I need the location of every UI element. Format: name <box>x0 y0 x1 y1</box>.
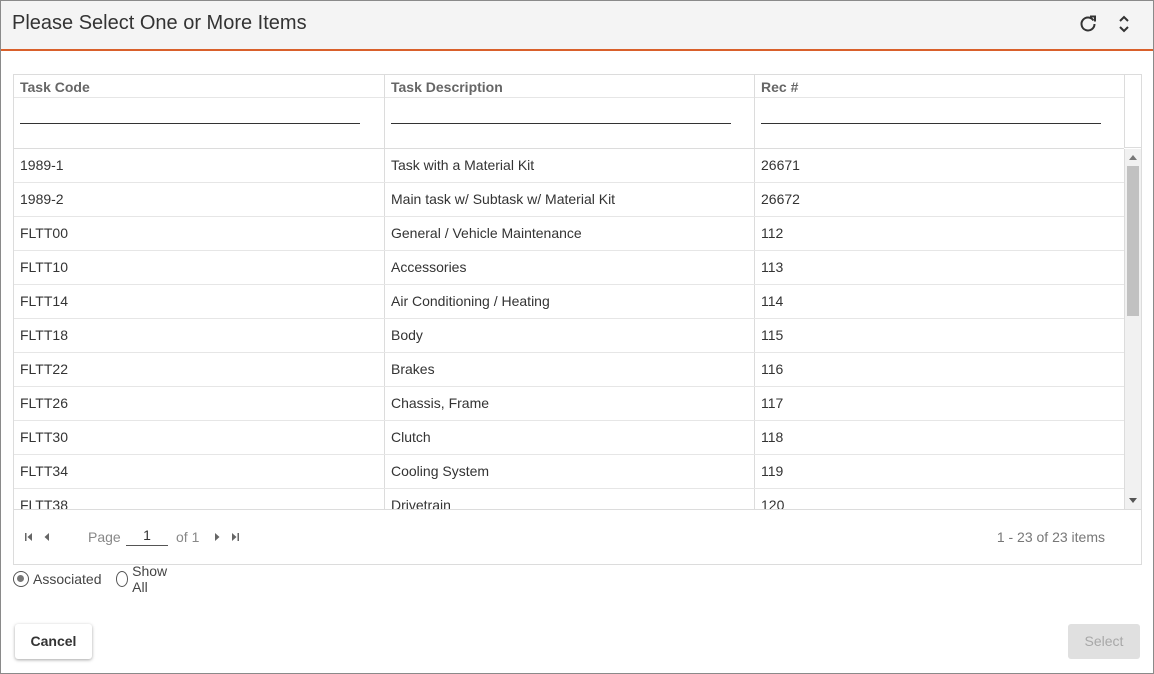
task-description-cell: Clutch <box>385 421 755 454</box>
table-row[interactable]: 1989-2 Main task w/ Subtask w/ Material … <box>14 183 1124 217</box>
table-row[interactable]: 1989-1 Task with a Material Kit 26671 <box>14 149 1124 183</box>
next-page-icon[interactable] <box>210 530 224 544</box>
scroll-up-arrow-icon[interactable] <box>1125 150 1141 164</box>
items-grid: Task Code Task Description Rec # 1989-1 … <box>13 74 1142 565</box>
task-description-cell: Task with a Material Kit <box>385 149 755 182</box>
grid-header: Task Code Task Description Rec # <box>14 75 1125 149</box>
scrollbar-thumb[interactable] <box>1127 166 1139 316</box>
table-row[interactable]: FLTT26 Chassis, Frame 117 <box>14 387 1124 421</box>
rec-number-cell: 26672 <box>755 183 1124 216</box>
table-row[interactable]: FLTT30 Clutch 118 <box>14 421 1124 455</box>
associated-label: Associated <box>33 571 102 587</box>
task-code-cell: FLTT10 <box>14 251 385 284</box>
header-divider <box>385 97 754 98</box>
column-header-task-description[interactable]: Task Description <box>385 75 755 148</box>
task-description-cell: Body <box>385 319 755 352</box>
show-all-label: Show All <box>132 563 168 595</box>
task-code-cell: FLTT30 <box>14 421 385 454</box>
task-code-cell: FLTT34 <box>14 455 385 488</box>
dialog-titlebar: Please Select One or More Items <box>1 1 1153 51</box>
previous-page-icon[interactable] <box>40 530 54 544</box>
task-description-cell: Chassis, Frame <box>385 387 755 420</box>
rec-number-cell: 116 <box>755 353 1124 386</box>
show-all-radio[interactable]: Show All <box>116 563 171 595</box>
cancel-button[interactable]: Cancel <box>15 624 92 659</box>
task-code-cell: FLTT38 <box>14 489 385 509</box>
scroll-down-arrow-icon[interactable] <box>1125 494 1141 508</box>
task-description-cell: Drivetrain <box>385 489 755 509</box>
radio-unselected-icon <box>116 571 129 587</box>
table-row[interactable]: FLTT38 Drivetrain 120 <box>14 489 1124 509</box>
task-description-cell: Accessories <box>385 251 755 284</box>
rec-number-filter-input[interactable] <box>761 107 1101 124</box>
column-label: Task Description <box>391 79 503 95</box>
dialog-title: Please Select One or More Items <box>12 12 307 34</box>
task-code-cell: 1989-1 <box>14 149 385 182</box>
grid-scrollbar[interactable] <box>1124 149 1141 509</box>
rec-number-cell: 118 <box>755 421 1124 454</box>
task-code-cell: FLTT14 <box>14 285 385 318</box>
header-divider <box>14 97 384 98</box>
table-row[interactable]: FLTT00 General / Vehicle Maintenance 112 <box>14 217 1124 251</box>
column-header-task-code[interactable]: Task Code <box>14 75 385 148</box>
header-scroll-spacer <box>1124 75 1141 148</box>
select-items-dialog: Please Select One or More Items Task Cod… <box>0 0 1154 674</box>
associated-radio[interactable]: Associated <box>13 569 101 589</box>
table-row[interactable]: FLTT34 Cooling System 119 <box>14 455 1124 489</box>
radio-selected-icon <box>13 571 29 587</box>
first-page-icon[interactable] <box>22 530 36 544</box>
rec-number-cell: 114 <box>755 285 1124 318</box>
rec-number-cell: 112 <box>755 217 1124 250</box>
rec-number-cell: 119 <box>755 455 1124 488</box>
page-number-input[interactable] <box>126 525 168 546</box>
table-row[interactable]: FLTT10 Accessories 113 <box>14 251 1124 285</box>
task-description-cell: Main task w/ Subtask w/ Material Kit <box>385 183 755 216</box>
task-code-cell: FLTT00 <box>14 217 385 250</box>
page-label: Page <box>88 529 121 545</box>
table-row[interactable]: FLTT22 Brakes 116 <box>14 353 1124 387</box>
rec-number-cell: 120 <box>755 489 1124 509</box>
task-description-filter-input[interactable] <box>391 107 731 124</box>
refresh-icon[interactable] <box>1077 13 1099 35</box>
column-label: Task Code <box>20 79 90 95</box>
rec-number-cell: 113 <box>755 251 1124 284</box>
items-count-label: 1 - 23 of 23 items <box>996 529 1105 545</box>
page-count-label: of 1 <box>176 529 200 545</box>
table-row[interactable]: FLTT14 Air Conditioning / Heating 114 <box>14 285 1124 319</box>
rec-number-cell: 115 <box>755 319 1124 352</box>
grid-body: 1989-1 Task with a Material Kit 26671 19… <box>14 149 1124 509</box>
last-page-icon[interactable] <box>228 530 242 544</box>
task-code-cell: 1989-2 <box>14 183 385 216</box>
task-description-cell: Air Conditioning / Heating <box>385 285 755 318</box>
task-code-cell: FLTT22 <box>14 353 385 386</box>
grid-pager: Page of 1 1 - 23 of 23 items <box>14 509 1141 564</box>
rec-number-cell: 26671 <box>755 149 1124 182</box>
task-description-cell: Cooling System <box>385 455 755 488</box>
rec-number-cell: 117 <box>755 387 1124 420</box>
column-header-rec-number[interactable]: Rec # <box>755 75 1125 148</box>
task-code-cell: FLTT26 <box>14 387 385 420</box>
expand-collapse-icon[interactable] <box>1113 13 1135 35</box>
task-code-filter-input[interactable] <box>20 107 360 124</box>
task-description-cell: General / Vehicle Maintenance <box>385 217 755 250</box>
header-divider <box>755 97 1125 98</box>
table-row[interactable]: FLTT18 Body 115 <box>14 319 1124 353</box>
column-label: Rec # <box>761 79 799 95</box>
select-button[interactable]: Select <box>1068 624 1140 659</box>
task-code-cell: FLTT18 <box>14 319 385 352</box>
task-description-cell: Brakes <box>385 353 755 386</box>
